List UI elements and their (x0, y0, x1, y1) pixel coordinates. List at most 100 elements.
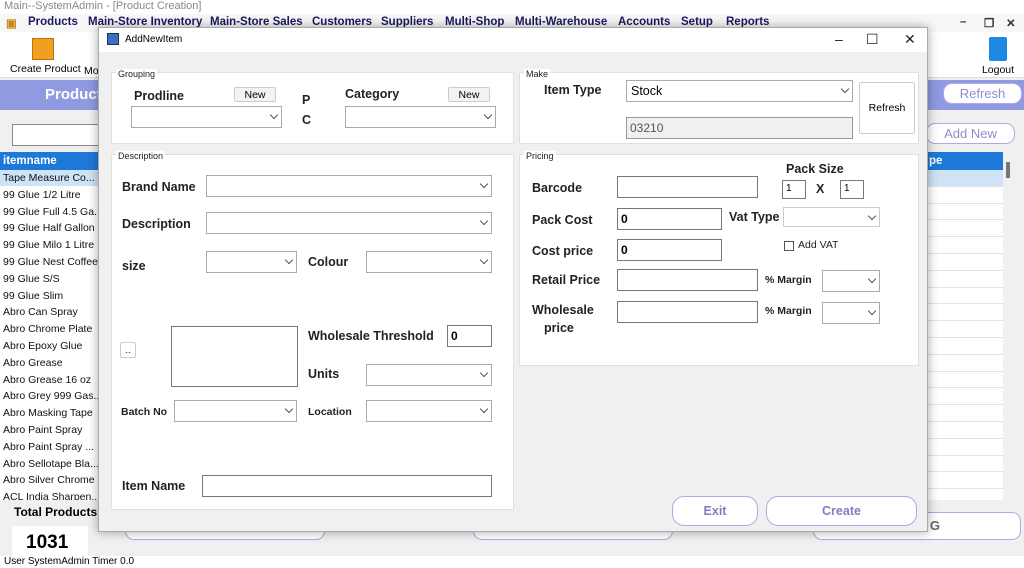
exit-button[interactable]: Exit (672, 496, 758, 526)
product-grid: itemname Tape Measure Co... 99 Glue 1/2 L… (0, 152, 100, 500)
table-row[interactable] (926, 237, 1003, 254)
table-row[interactable]: Abro Grease (0, 355, 100, 372)
item-name-label: Item Name (122, 479, 186, 493)
table-row[interactable] (926, 456, 1003, 473)
table-row[interactable]: Abro Grease 16 oz (0, 372, 100, 389)
batch-no-combo[interactable] (174, 400, 297, 422)
location-combo[interactable] (366, 400, 492, 422)
item-name-field[interactable] (202, 475, 492, 497)
table-row[interactable]: Abro Epoxy Glue (0, 338, 100, 355)
table-row[interactable] (926, 321, 1003, 338)
table-row[interactable] (926, 422, 1003, 439)
page-refresh-button[interactable]: Refresh (943, 83, 1022, 104)
dialog-minimize-icon[interactable]: – (835, 31, 843, 47)
create-button[interactable]: Create (766, 496, 917, 526)
item-code-field[interactable]: 03210 (626, 117, 853, 139)
table-row[interactable] (926, 170, 1003, 187)
table-row[interactable]: 99 Glue Slim (0, 288, 100, 305)
table-row[interactable] (926, 405, 1003, 422)
table-row[interactable]: Tape Measure Co... (0, 170, 100, 187)
description-combo[interactable] (206, 212, 492, 234)
wholesale-threshold-field[interactable]: 0 (447, 325, 492, 347)
prodline-combo[interactable] (131, 106, 282, 128)
wholesale-price-field[interactable] (617, 301, 758, 323)
close-icon[interactable]: ✕ (1006, 16, 1016, 30)
table-row[interactable]: Abro Can Spray (0, 304, 100, 322)
size-combo[interactable] (206, 251, 297, 273)
retail-price-field[interactable] (617, 269, 758, 291)
menu-products[interactable]: Products (28, 16, 78, 28)
table-row[interactable]: Abro Silver Chrome (0, 472, 100, 490)
table-row[interactable] (926, 304, 1003, 322)
vat-type-combo[interactable] (783, 207, 880, 227)
units-combo[interactable] (366, 364, 492, 386)
colour-label: Colour (308, 255, 349, 269)
grid-scrollbar[interactable] (1006, 162, 1010, 178)
retail-margin-combo[interactable] (822, 270, 880, 292)
table-row[interactable]: Abro Chrome Plate (0, 321, 100, 338)
table-row[interactable]: 99 Glue Milo 1 Litre (0, 237, 100, 254)
table-row[interactable]: Abro Sellotape Bla... (0, 456, 100, 473)
right-grid-header[interactable]: pe (926, 152, 1003, 170)
wholesale-threshold-value: 0 (451, 329, 458, 343)
dialog-close-icon[interactable]: ✕ (904, 31, 916, 48)
chevron-down-icon (479, 404, 489, 414)
table-row[interactable] (926, 204, 1003, 221)
table-row[interactable]: 99 Glue Nest Coffee (0, 254, 100, 271)
toolbar-mo[interactable]: Mo (84, 65, 99, 77)
table-row[interactable] (926, 220, 1003, 238)
table-row[interactable] (926, 254, 1003, 271)
app-icon: ▣ (6, 18, 17, 30)
product-search-input[interactable] (12, 124, 107, 146)
create-product-button[interactable]: Create Product (10, 36, 81, 75)
colour-combo[interactable] (366, 251, 492, 273)
dialog-maximize-icon[interactable]: ☐ (866, 31, 879, 48)
logout-button[interactable]: Logout (978, 36, 1018, 76)
table-row[interactable] (926, 338, 1003, 355)
grid-header-itemname[interactable]: itemname (0, 152, 100, 170)
prodline-new-button[interactable]: New (234, 87, 276, 102)
table-row[interactable] (926, 472, 1003, 490)
table-row[interactable] (926, 439, 1003, 456)
table-row[interactable]: 99 Glue Half Gallon (0, 220, 100, 238)
add-vat-checkbox[interactable] (784, 241, 794, 251)
barcode-field[interactable] (617, 176, 758, 198)
table-row[interactable] (926, 288, 1003, 305)
make-refresh-button[interactable]: Refresh (859, 82, 915, 134)
table-row[interactable]: 99 Glue S/S (0, 271, 100, 288)
table-row[interactable] (926, 372, 1003, 389)
pack-size-a-field[interactable]: 1 (782, 180, 806, 199)
create-product-label: Create Product (10, 63, 81, 75)
pack-size-b-value: 1 (844, 183, 850, 194)
table-row[interactable]: Abro Paint Spray ... (0, 439, 100, 456)
table-row[interactable]: 99 Glue Full 4.5 Ga... (0, 204, 100, 221)
minimize-icon[interactable]: – (960, 16, 966, 28)
image-browse-button[interactable]: .. (120, 342, 136, 358)
table-row[interactable]: 99 Glue 1/2 Litre (0, 187, 100, 204)
logout-label: Logout (981, 64, 1015, 76)
category-new-button[interactable]: New (448, 87, 490, 102)
units-label: Units (308, 367, 340, 381)
make-panel: Make Item Type Stock 03210 Refresh (519, 69, 919, 144)
wholesale-margin-combo[interactable] (822, 302, 880, 324)
add-new-button[interactable]: Add New (926, 123, 1015, 144)
wholesale-threshold-label: Wholesale Threshold (308, 329, 434, 343)
brand-name-combo[interactable] (206, 175, 492, 197)
pack-size-b-field[interactable]: 1 (840, 180, 864, 199)
pack-cost-field[interactable]: 0 (617, 208, 722, 230)
table-row[interactable]: ACL India Sharpen... (0, 489, 100, 500)
table-row[interactable] (926, 187, 1003, 204)
add-vat-label: Add VAT (798, 239, 839, 251)
cost-price-field[interactable]: 0 (617, 239, 722, 261)
table-row[interactable] (926, 388, 1003, 406)
category-combo[interactable] (345, 106, 496, 128)
item-image-box[interactable] (171, 326, 298, 387)
table-row[interactable]: Abro Masking Tape (0, 405, 100, 422)
table-row[interactable] (926, 355, 1003, 372)
table-row[interactable]: Abro Grey 999 Gas... (0, 388, 100, 406)
restore-icon[interactable]: ❐ (984, 16, 994, 30)
table-row[interactable]: Abro Paint Spray (0, 422, 100, 439)
table-row[interactable] (926, 271, 1003, 288)
item-type-combo[interactable]: Stock (626, 80, 853, 102)
chevron-down-icon (867, 306, 877, 316)
